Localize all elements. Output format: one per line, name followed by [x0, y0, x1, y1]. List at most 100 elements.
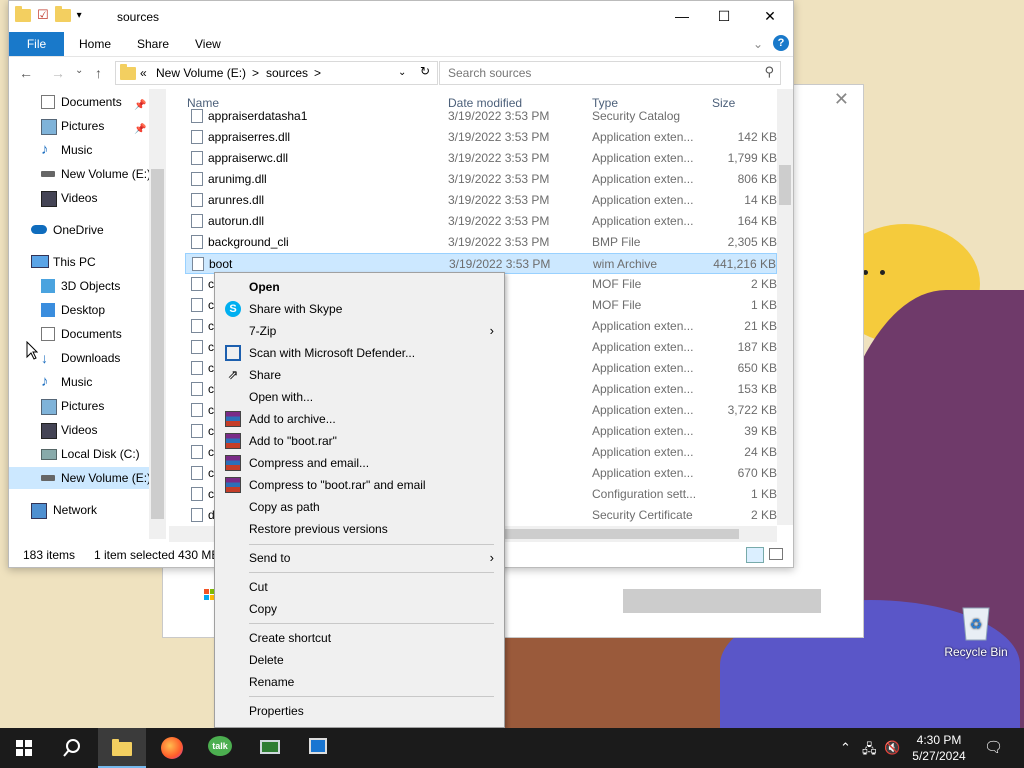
table-row[interactable]: autorun.dll 3/19/2022 3:53 PM Application …: [185, 211, 777, 232]
menu-share-with-skype[interactable]: S Share with Skype: [215, 298, 504, 320]
refresh-icon[interactable]: ↻: [420, 64, 430, 78]
recycle-bin[interactable]: ♻ Recycle Bin: [944, 602, 1008, 659]
address-bar[interactable]: « New Volume (E:) > sources > ⌄ ↻: [115, 61, 438, 85]
pin-icon[interactable]: 📌: [134, 95, 146, 117]
menu-copy-as-path[interactable]: Copy as path: [215, 496, 504, 518]
menu-7zip[interactable]: 7-Zip ›: [215, 320, 504, 342]
back-icon[interactable]: ←: [19, 65, 33, 81]
tab-view[interactable]: View: [195, 32, 221, 56]
scrollbar-thumb[interactable]: [151, 169, 164, 519]
scrollbar-thumb[interactable]: [779, 165, 791, 205]
search-input[interactable]: Search sources: [448, 66, 531, 80]
help-icon[interactable]: ?: [773, 35, 789, 51]
large-icons-view-icon[interactable]: [769, 548, 783, 560]
nav-item-pictures[interactable]: Pictures 📌: [9, 115, 157, 137]
file-date: 3/19/2022 3:53 PM: [448, 193, 550, 207]
table-row[interactable]: arunimg.dll 3/19/2022 3:53 PM Application …: [185, 169, 777, 190]
nav-item-onedrive[interactable]: OneDrive: [9, 219, 157, 241]
menu-properties[interactable]: Properties: [215, 700, 504, 722]
file-size: 14 KB: [744, 193, 777, 207]
nav-item-desktop[interactable]: Desktop: [9, 299, 157, 321]
taskbar-firefox[interactable]: [148, 728, 196, 768]
nav-item-3d-objects[interactable]: 3D Objects: [9, 275, 157, 297]
table-row[interactable]: appraiserres.dll 3/19/2022 3:53 PM Applica…: [185, 127, 777, 148]
dialog-buttons[interactable]: [623, 589, 821, 613]
file-size: 142 KB: [737, 130, 777, 144]
nav-item-network[interactable]: Network: [9, 499, 157, 521]
properties-icon[interactable]: ☑: [37, 7, 49, 23]
ribbon-tabs: File Home Share View ⌄ ?: [9, 32, 793, 57]
table-row[interactable]: arunres.dll 3/19/2022 3:53 PM Application …: [185, 190, 777, 211]
menu-open[interactable]: Open: [215, 276, 504, 298]
breadcrumb-separator[interactable]: >: [252, 66, 259, 80]
pin-icon[interactable]: 📌: [134, 119, 146, 141]
maximize-button[interactable]: ☐: [701, 1, 747, 32]
breadcrumb-sources[interactable]: sources: [266, 66, 308, 80]
recent-locations-icon[interactable]: ⌄: [75, 65, 83, 76]
volume-muted-icon[interactable]: 🔇: [884, 740, 900, 756]
table-row[interactable]: appraiserwc.dll 3/19/2022 3:53 PM Applicat…: [185, 148, 777, 169]
nav-scrollbar[interactable]: [149, 89, 166, 539]
menu-cut[interactable]: Cut: [215, 576, 504, 598]
nav-item-videos[interactable]: Videos: [9, 419, 157, 441]
search-button[interactable]: [48, 728, 96, 768]
file-type: Security Certificate: [592, 508, 693, 522]
chevron-up-icon[interactable]: ⌃: [840, 740, 851, 756]
details-view-icon[interactable]: [746, 547, 764, 563]
breadcrumb-volume[interactable]: New Volume (E:): [156, 66, 246, 80]
nav-item-documents[interactable]: Documents 📌: [9, 91, 157, 113]
taskbar-talk[interactable]: talk: [196, 728, 244, 768]
up-icon[interactable]: ↑: [95, 65, 102, 81]
table-row-selected[interactable]: boot 3/19/2022 3:53 PM wim Archive 441,216 …: [185, 253, 777, 274]
minimize-button[interactable]: —: [659, 1, 705, 32]
breadcrumb-separator[interactable]: >: [314, 66, 321, 80]
nav-item-videos[interactable]: Videos: [9, 187, 157, 209]
tab-share[interactable]: Share: [137, 32, 169, 56]
forward-icon[interactable]: →: [51, 65, 65, 81]
address-dropdown-icon[interactable]: ⌄: [398, 67, 406, 78]
menu-add-to-boot-rar[interactable]: Add to "boot.rar": [215, 430, 504, 452]
menu-compress-and-email[interactable]: Compress and email...: [215, 452, 504, 474]
close-icon[interactable]: ✕: [834, 89, 849, 110]
taskbar-file-explorer[interactable]: [98, 728, 146, 768]
nav-item-music[interactable]: ♪ Music: [9, 139, 157, 161]
nav-item-music[interactable]: ♪ Music: [9, 371, 157, 393]
network-icon[interactable]: 🖧: [862, 740, 877, 762]
recycle-bin-label: Recycle Bin: [944, 645, 1008, 659]
expand-ribbon-icon[interactable]: ⌄: [753, 32, 763, 56]
nav-item-this-pc[interactable]: This PC: [9, 251, 157, 273]
skype-icon: S: [225, 301, 241, 317]
scrollbar-thumb[interactable]: [499, 529, 739, 539]
start-button[interactable]: [0, 728, 48, 768]
clock[interactable]: 4:30 PM 5/27/2024: [906, 732, 972, 764]
search-box[interactable]: Search sources ⚲: [439, 61, 781, 85]
address-overflow[interactable]: «: [140, 66, 147, 80]
table-row[interactable]: appraiserdatasha1 3/19/2022 3:53 PM Securi…: [185, 106, 777, 127]
menu-copy[interactable]: Copy: [215, 598, 504, 620]
tab-home[interactable]: Home: [79, 32, 111, 56]
menu-add-to-archive[interactable]: Add to archive...: [215, 408, 504, 430]
menu-restore-previous-versions[interactable]: Restore previous versions: [215, 518, 504, 540]
close-button[interactable]: ✕: [747, 1, 793, 32]
menu-open-with[interactable]: Open with...: [215, 386, 504, 408]
taskbar-computer[interactable]: [294, 728, 342, 768]
nav-item-new-volume-selected[interactable]: New Volume (E:): [9, 467, 157, 489]
menu-create-shortcut[interactable]: Create shortcut: [215, 627, 504, 649]
file-list-scrollbar[interactable]: [777, 89, 793, 525]
menu-rename[interactable]: Rename: [215, 671, 504, 693]
menu-scan-defender[interactable]: Scan with Microsoft Defender...: [215, 342, 504, 364]
menu-compress-to-boot-rar-email[interactable]: Compress to "boot.rar" and email: [215, 474, 504, 496]
file-icon: [191, 508, 203, 522]
menu-send-to[interactable]: Send to ›: [215, 547, 504, 569]
nav-item-new-volume[interactable]: New Volume (E:): [9, 163, 157, 185]
tab-file[interactable]: File: [9, 32, 64, 56]
new-folder-icon[interactable]: [54, 5, 71, 22]
chevron-down-icon[interactable]: ▾: [77, 10, 82, 21]
taskbar-app[interactable]: [246, 728, 294, 768]
table-row[interactable]: background_cli 3/19/2022 3:53 PM BMP File 2…: [185, 232, 777, 253]
nav-item-local-disk[interactable]: Local Disk (C:): [9, 443, 157, 465]
menu-delete[interactable]: Delete: [215, 649, 504, 671]
nav-item-pictures[interactable]: Pictures: [9, 395, 157, 417]
notifications-icon[interactable]: 🗨: [984, 738, 1003, 756]
menu-share[interactable]: ⇗ Share: [215, 364, 504, 386]
